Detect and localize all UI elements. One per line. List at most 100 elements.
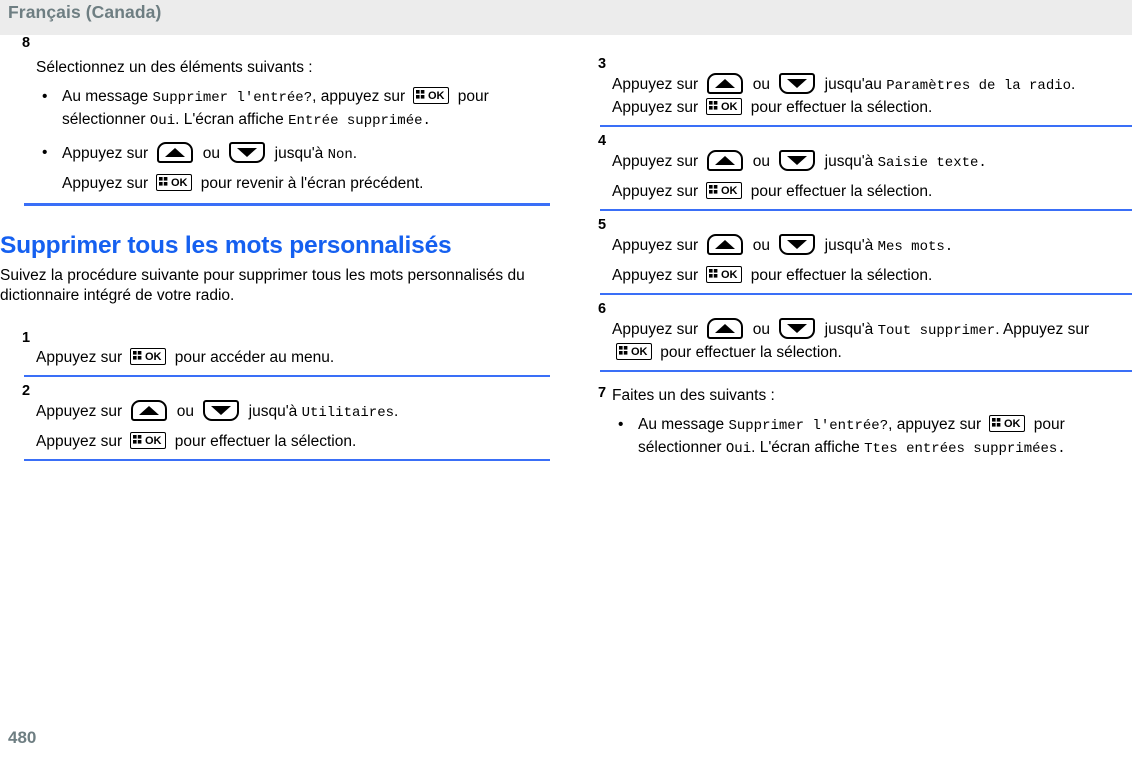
bullet-text-seg: , appuyez sur: [888, 416, 986, 433]
step-text: Appuyez sur OK pour accéder au menu.: [36, 347, 558, 368]
step-body: Appuyez sur ou jusqu'à Utilitaires. Appu…: [36, 384, 558, 452]
topic-separator: [24, 203, 550, 206]
step-separator: [600, 209, 1132, 211]
down-arrow-button-icon[interactable]: [779, 318, 816, 339]
bullet-second-para: Appuyez sur OK pour revenir à l'écran pr…: [62, 173, 558, 194]
header-title: Français (Canada): [8, 2, 162, 22]
step-text-seg: ou: [748, 153, 775, 170]
ok-button-icon[interactable]: OK: [989, 415, 1026, 432]
step-body: Faites un des suivants : • Au message Su…: [612, 385, 1132, 460]
step-text: Appuyez sur ou jusqu'au Paramètres de la…: [612, 73, 1132, 118]
bullet-dot: •: [42, 88, 48, 105]
left-column: 8 Sélectionnez un des éléments suivants …: [0, 35, 566, 468]
ok-button-icon[interactable]: OK: [413, 87, 450, 104]
svg-text:OK: OK: [721, 269, 738, 280]
bullet-dot: •: [618, 416, 624, 433]
bullet-text-seg: Appuyez sur: [62, 175, 153, 192]
step-text-seg: Appuyez sur: [612, 321, 703, 338]
step-number: 3: [598, 56, 607, 72]
device-screen-text: Non: [327, 147, 353, 163]
up-arrow-button-icon[interactable]: [707, 234, 744, 255]
ok-button-icon[interactable]: OK: [706, 182, 743, 199]
bullet-text-seg: Appuyez sur: [62, 145, 153, 162]
step-text-seg: jusqu'à: [820, 321, 878, 338]
svg-text:OK: OK: [1004, 418, 1021, 429]
step-number: 1: [22, 330, 31, 346]
device-screen-text: Oui: [725, 441, 752, 457]
step-1: 1 Appuyez sur OK pour accéder au menu.: [0, 330, 558, 368]
svg-text:OK: OK: [631, 346, 648, 357]
bullet-list: • Au message Supprimer l'entrée?, appuye…: [612, 414, 1132, 460]
up-arrow-button-icon[interactable]: [707, 150, 744, 171]
step-separator: [24, 375, 550, 377]
step-number: 6: [598, 301, 607, 317]
bullet-list: • Au message Supprimer l'entrée?, appuye…: [36, 86, 558, 194]
step-text-seg: Appuyez sur: [36, 403, 127, 420]
down-arrow-button-icon[interactable]: [229, 142, 266, 163]
device-screen-text: Saisie texte.: [877, 155, 987, 171]
step-separator: [24, 459, 550, 461]
step-text-seg: Appuyez sur: [612, 76, 703, 93]
ok-button-icon[interactable]: OK: [706, 98, 743, 115]
device-screen-text: Oui: [149, 113, 176, 129]
step-separator: [600, 125, 1132, 127]
svg-text:OK: OK: [721, 185, 738, 196]
page-columns: 8 Sélectionnez un des éléments suivants …: [0, 35, 1132, 715]
step-text-seg: Appuyez sur: [612, 153, 703, 170]
step-text: Appuyez sur ou jusqu'à Tout supprimer. A…: [612, 318, 1132, 363]
device-screen-text: Supprimer l'entrée?: [152, 90, 313, 106]
bullet-text-seg: .: [352, 145, 358, 162]
ok-button-icon[interactable]: OK: [130, 432, 167, 449]
down-arrow-button-icon[interactable]: [203, 400, 240, 421]
step-text: Appuyez sur ou jusqu'à Mes mots.: [612, 234, 1132, 258]
list-item: • Appuyez sur ou jusqu'à Non. Appuyez su…: [36, 142, 558, 194]
step-body: Appuyez sur ou jusqu'à Mes mots. Appuyez…: [612, 218, 1132, 286]
step-8: 8 Sélectionnez un des éléments suivants …: [0, 35, 558, 194]
step-text-seg: pour effectuer la sélection.: [656, 344, 842, 361]
svg-text:OK: OK: [428, 90, 445, 101]
step-text-seg: jusqu'à: [244, 403, 302, 420]
ok-button-icon[interactable]: OK: [156, 174, 193, 191]
step-text-seg: pour effectuer la sélection.: [170, 433, 357, 450]
step-number: 7: [598, 385, 607, 401]
page-title: Supprimer tous les mots personnalisés: [0, 232, 452, 259]
step-text-seg: ou: [172, 403, 199, 420]
device-screen-text: Tout supprimer: [877, 323, 996, 339]
page-number: 480: [8, 728, 37, 747]
bullet-text-seg: . L'écran affiche: [751, 439, 865, 456]
device-screen-text: Ttes entrées supprimées.: [864, 441, 1066, 457]
ok-button-icon[interactable]: OK: [616, 343, 652, 360]
step-intro: Sélectionnez un des éléments suivants :: [36, 59, 313, 76]
section-intro-text: Suivez la procédure suivante pour suppri…: [0, 267, 525, 304]
list-item: • Au message Supprimer l'entrée?, appuye…: [36, 86, 558, 132]
up-arrow-button-icon[interactable]: [707, 318, 744, 339]
down-arrow-button-icon[interactable]: [779, 234, 816, 255]
ok-button-icon[interactable]: OK: [130, 348, 167, 365]
up-arrow-button-icon[interactable]: [157, 142, 194, 163]
step-5: 5 Appuyez sur ou jusqu'à Mes mots. Appuy…: [566, 217, 1132, 286]
ok-button-icon[interactable]: OK: [706, 266, 743, 283]
down-arrow-button-icon[interactable]: [779, 73, 816, 94]
device-screen-text: Paramètres de la radio: [886, 78, 1072, 94]
bullet-text-seg: jusqu'à: [270, 145, 328, 162]
step-text-seg: Appuyez sur: [36, 349, 127, 366]
step-text-seg: ou: [748, 76, 775, 93]
step-text: Appuyez sur ou jusqu'à Utilitaires.: [36, 400, 558, 424]
bullet-text-seg: Au message: [638, 416, 729, 433]
bullet-dot: •: [42, 144, 48, 161]
step-2: 2 Appuyez sur ou jusqu'à Utilitaires. Ap…: [0, 383, 558, 452]
bullet-text-seg: Au message: [62, 88, 153, 105]
up-arrow-button-icon[interactable]: [131, 400, 168, 421]
right-column: 3 Appuyez sur ou jusqu'au Paramètres de …: [566, 35, 1132, 460]
step-text: Appuyez sur OK pour effectuer la sélecti…: [612, 265, 1132, 286]
up-arrow-button-icon[interactable]: [707, 73, 744, 94]
down-arrow-button-icon[interactable]: [779, 150, 816, 171]
step-text-seg: ou: [748, 321, 775, 338]
device-screen-text: Mes mots.: [877, 239, 954, 255]
step-text-seg: jusqu'à: [820, 153, 878, 170]
step-text-seg: pour effectuer la sélection.: [746, 183, 933, 200]
step-body: Appuyez sur ou jusqu'à Saisie texte. App…: [612, 134, 1132, 202]
svg-text:OK: OK: [145, 435, 162, 446]
step-text-seg: .: [394, 403, 399, 420]
step-text-seg: ou: [748, 237, 775, 254]
